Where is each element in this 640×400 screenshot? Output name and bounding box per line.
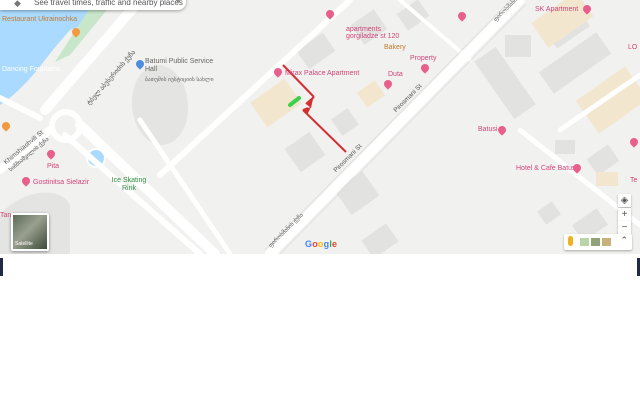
terrain-thumb-icon[interactable] <box>580 238 589 246</box>
poi-bakery[interactable]: Bakery <box>384 44 406 52</box>
minus-icon: − <box>621 222 628 233</box>
zoom-out-button[interactable]: − <box>618 221 631 234</box>
plus-icon: + <box>621 209 628 220</box>
satellite-label: Satellite <box>15 241 33 247</box>
expand-icon[interactable]: ⌃ <box>620 235 628 246</box>
poi-gostinitsa-sielazir[interactable]: Gostinitsa Sielazir <box>33 179 89 187</box>
map-canvas[interactable]: ◆ See travel times, traffic and nearby p… <box>0 0 640 254</box>
search-placeholder-text: See travel times, traffic and nearby pla… <box>34 0 183 7</box>
left-edge-bar <box>0 258 3 276</box>
chevron-down-icon[interactable]: ▾ <box>176 0 180 10</box>
satellite-layer-toggle[interactable]: Satellite <box>11 213 49 251</box>
poi-batusi[interactable]: Batusi <box>478 126 497 134</box>
poi-public-service-hall[interactable]: Batumi Public Service Hall <box>145 58 215 74</box>
poi-lo-partial[interactable]: LO <box>628 44 637 52</box>
poi-duta[interactable]: Duta <box>388 71 403 79</box>
compass-button[interactable]: ◈ <box>618 194 631 207</box>
poi-apartments-sub: gorgiladze st 120 <box>346 33 400 40</box>
zoom-in-button[interactable]: + <box>618 208 631 221</box>
google-logo: Google <box>305 239 338 249</box>
poi-restaurant-ukrainochka[interactable]: Restaurant Ukrainochka <box>2 16 77 24</box>
poi-te-partial[interactable]: Te <box>630 177 637 185</box>
map-base-layer <box>0 0 640 254</box>
poi-mirax-palace[interactable]: Mirax Palace Apartment <box>285 70 359 78</box>
pegman-icon[interactable] <box>568 236 573 246</box>
poi-tan-partial[interactable]: Tan <box>0 212 11 220</box>
directions-icon: ◆ <box>14 0 21 8</box>
poi-property[interactable]: Property <box>410 55 436 63</box>
poi-sk-apartment[interactable]: SK Apartment <box>535 6 578 14</box>
satellite-thumb-icon[interactable] <box>591 238 600 246</box>
poi-public-service-hall-ka: ბათუმის იუსტიციის სახლი <box>145 77 214 83</box>
map-thumb-icon[interactable] <box>602 238 611 246</box>
poi-pita[interactable]: Pita <box>47 163 59 171</box>
poi-dancing-fountains[interactable]: Dancing Fountains <box>2 66 60 74</box>
poi-hotel-cafe-batusi[interactable]: Hotel & Cafe Batusi <box>516 165 577 173</box>
directions-search-box[interactable]: ◆ See travel times, traffic and nearby p… <box>0 0 186 10</box>
poi-ice-skating-rink[interactable]: Ice Skating Rink <box>109 177 149 193</box>
imagery-controls: ⌃ <box>564 234 632 250</box>
compass-icon: ◈ <box>620 195 629 206</box>
